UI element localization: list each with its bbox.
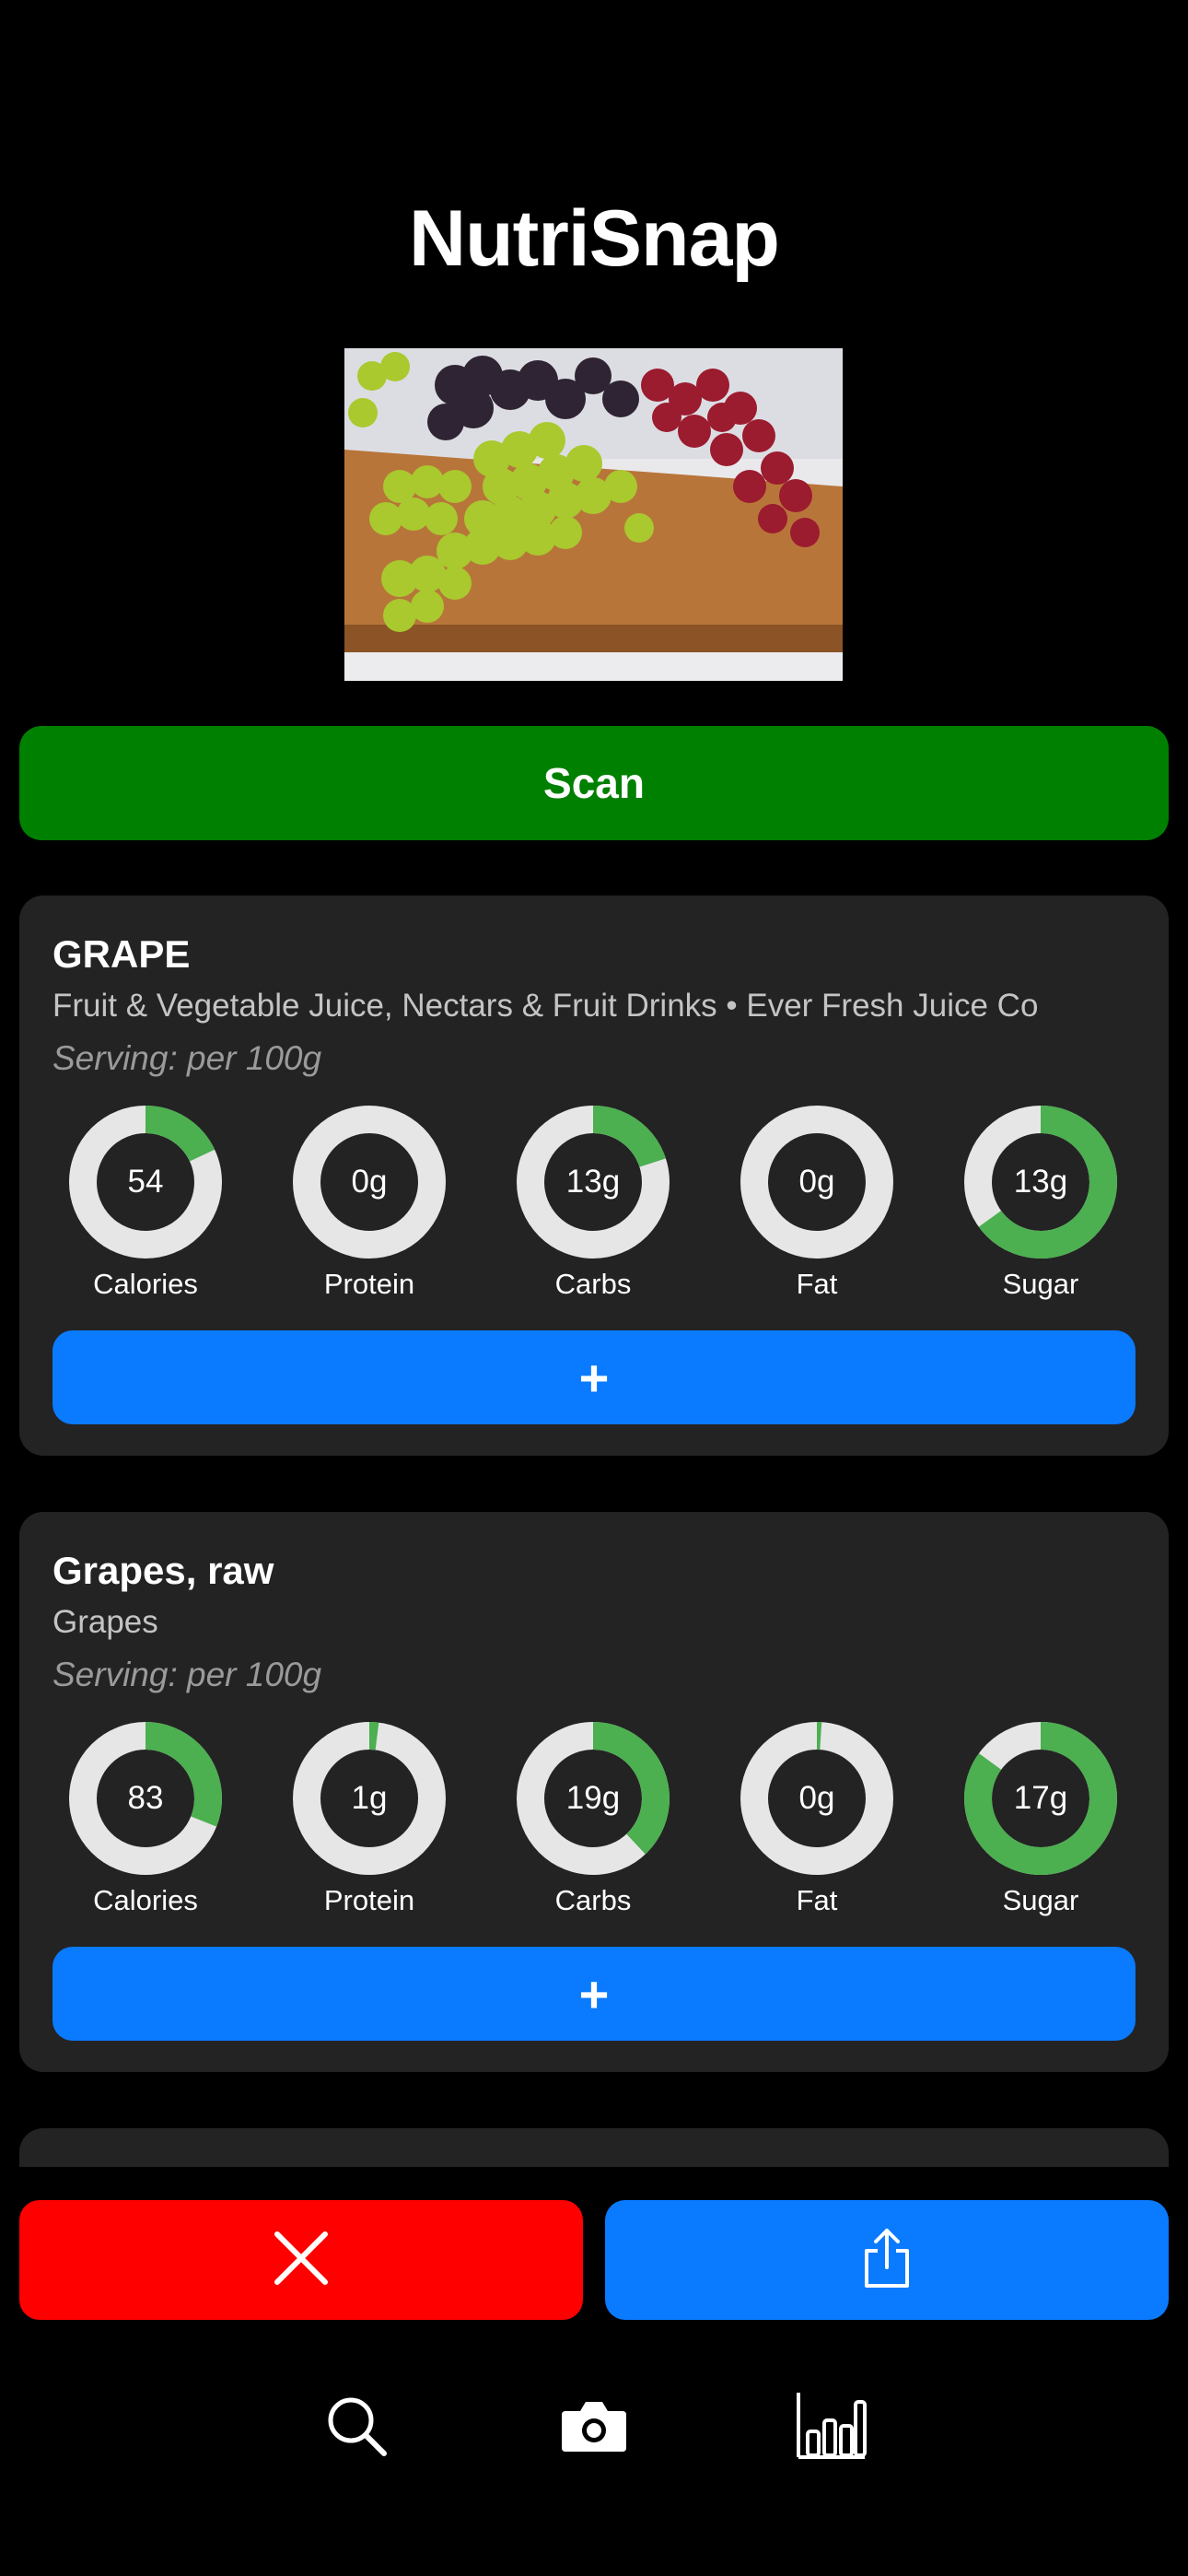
progress-ring: 0g xyxy=(291,1104,448,1260)
nutrient-label: Calories xyxy=(93,1268,198,1300)
nutrient-protein: 1g Protein xyxy=(277,1720,461,1917)
nutrient-label: Protein xyxy=(323,1268,415,1300)
serving-size: Serving: per 100g xyxy=(52,1039,322,1077)
nutrient-label: Protein xyxy=(323,1884,415,1916)
scan-button[interactable]: Scan xyxy=(19,726,1169,840)
nutrient-carbs: 13g Carbs xyxy=(501,1104,685,1301)
nutrient-protein: 0g Protein xyxy=(277,1104,461,1301)
close-icon xyxy=(272,2229,331,2292)
bar-chart-icon xyxy=(795,2391,868,2465)
tab-search[interactable] xyxy=(315,2386,398,2469)
result-card-partial xyxy=(19,2128,1169,2167)
progress-ring: 1g xyxy=(291,1720,448,1877)
nutrient-value: 0g xyxy=(798,1780,835,1816)
result-card: Grapes, raw Grapes Serving: per 100g 83 … xyxy=(19,1512,1169,2072)
progress-ring: 13g xyxy=(962,1104,1119,1260)
progress-ring: 54 xyxy=(67,1104,224,1260)
nutrient-label: Fat xyxy=(796,1268,838,1300)
nutrient-label: Sugar xyxy=(1002,1884,1079,1916)
nutrient-value: 13g xyxy=(565,1164,621,1200)
progress-ring: 13g xyxy=(515,1104,671,1260)
nutrient-value: 54 xyxy=(127,1164,164,1200)
progress-ring: 0g xyxy=(739,1104,895,1260)
add-food-button[interactable]: + xyxy=(52,1330,1136,1424)
share-icon xyxy=(861,2227,913,2294)
nutrient-value: 13g xyxy=(1013,1164,1068,1200)
result-card: GRAPE Fruit & Vegetable Juice, Nectars &… xyxy=(19,896,1169,1456)
result-title: GRAPE xyxy=(52,932,191,976)
nutrient-carbs: 19g Carbs xyxy=(501,1720,685,1917)
nutrient-fat: 0g Fat xyxy=(725,1720,909,1917)
nutrient-sugar: 13g Sugar xyxy=(949,1104,1133,1301)
nutrient-sugar: 17g Sugar xyxy=(949,1720,1133,1917)
food-photo xyxy=(344,348,843,681)
nutrient-fat: 0g Fat xyxy=(725,1104,909,1301)
result-title: Grapes, raw xyxy=(52,1549,274,1592)
nutrient-value: 0g xyxy=(351,1164,388,1200)
nutrient-label: Fat xyxy=(796,1884,838,1916)
tab-bar xyxy=(0,2377,1188,2478)
nutrient-value: 83 xyxy=(127,1780,164,1816)
close-button[interactable] xyxy=(19,2200,583,2320)
tab-camera[interactable] xyxy=(553,2386,635,2469)
nutrient-label: Calories xyxy=(93,1884,198,1916)
progress-ring: 0g xyxy=(739,1720,895,1877)
search-icon xyxy=(323,2393,390,2464)
camera-icon xyxy=(560,2398,628,2458)
nutrient-calories: 54 Calories xyxy=(53,1104,238,1301)
nutrient-value: 1g xyxy=(351,1780,388,1816)
progress-ring: 17g xyxy=(962,1720,1119,1877)
nutrient-calories: 83 Calories xyxy=(53,1720,238,1917)
nutrient-value: 0g xyxy=(798,1164,835,1200)
nutrient-value: 19g xyxy=(565,1780,621,1816)
serving-size: Serving: per 100g xyxy=(52,1656,322,1693)
nutrient-value: 17g xyxy=(1013,1780,1068,1816)
nutrient-label: Carbs xyxy=(554,1884,632,1916)
nutrient-label: Carbs xyxy=(554,1268,632,1300)
app-title: NutriSnap xyxy=(409,194,780,283)
nutrient-label: Sugar xyxy=(1002,1268,1079,1300)
share-button[interactable] xyxy=(605,2200,1169,2320)
progress-ring: 19g xyxy=(515,1720,671,1877)
result-subtitle: Grapes xyxy=(52,1604,158,1640)
result-subtitle: Fruit & Vegetable Juice, Nectars & Fruit… xyxy=(52,988,1039,1024)
add-food-button[interactable]: + xyxy=(52,1947,1136,2041)
tab-stats[interactable] xyxy=(790,2386,873,2469)
progress-ring: 83 xyxy=(67,1720,224,1877)
